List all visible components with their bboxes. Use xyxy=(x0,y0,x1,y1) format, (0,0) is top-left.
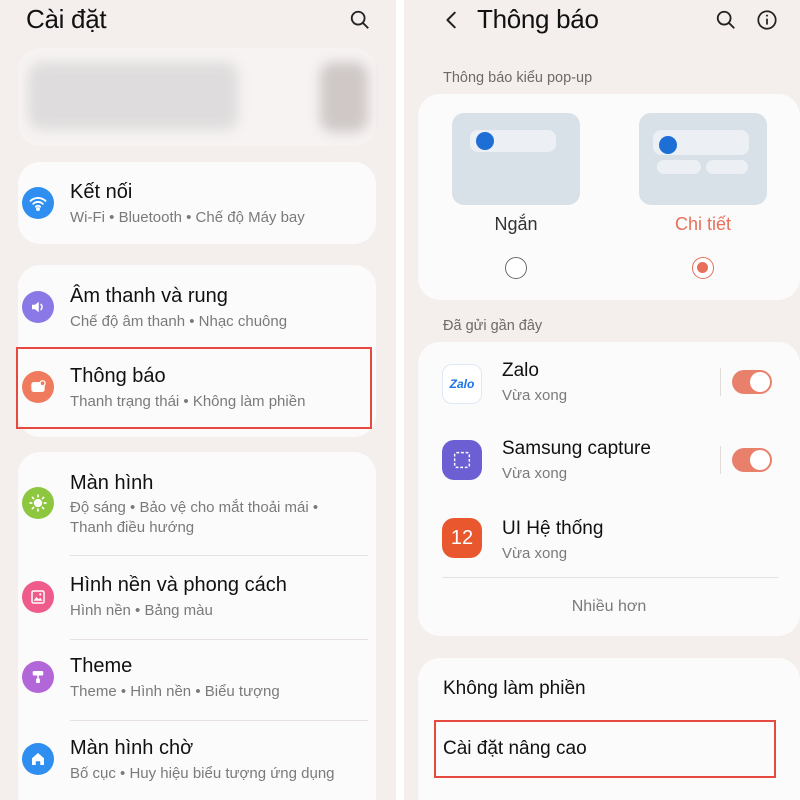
search-icon[interactable] xyxy=(712,6,740,34)
settings-item-sound[interactable]: Âm thanh và rung Chế độ âm thanh • Nhạc … xyxy=(18,265,376,349)
app-name: Zalo xyxy=(502,360,539,381)
settings-item-title: Hình nền và phong cách xyxy=(70,574,287,596)
settings-group-display: Màn hình Độ sáng • Bảo vệ cho mắt thoải … xyxy=(18,452,376,800)
page-title: Cài đặt xyxy=(26,4,107,34)
app-time: Vừa xong xyxy=(502,387,568,404)
highlight-box-notifications xyxy=(16,347,372,429)
settings-item-subtitle: Chế độ âm thanh • Nhạc chuông xyxy=(70,313,288,330)
settings-item-title: Kết nối xyxy=(70,181,133,203)
settings-item-subtitle: Wi-Fi • Bluetooth • Chế độ Máy bay xyxy=(70,209,305,226)
settings-item-connections[interactable]: Kết nối Wi-Fi • Bluetooth • Chế độ Máy b… xyxy=(18,162,376,244)
section-label-popup: Thông báo kiểu pop-up xyxy=(443,70,593,86)
wallpaper-icon xyxy=(22,581,54,613)
settings-item-subtitle: Độ sáng • Bảo vệ cho mắt thoải mái • Tha… xyxy=(70,499,319,536)
info-icon[interactable] xyxy=(753,6,781,34)
theme-icon xyxy=(22,661,54,693)
app-row-zalo[interactable]: Zalo Zalo Vừa xong xyxy=(418,350,800,422)
toggle-samsung-capture[interactable] xyxy=(732,448,772,472)
more-button[interactable]: Nhiều hơn xyxy=(418,598,800,616)
search-icon[interactable] xyxy=(346,6,374,34)
section-label-recent: Đã gửi gần đây xyxy=(443,318,543,334)
page-title: Thông báo xyxy=(477,4,599,34)
app-time: Vừa xong xyxy=(502,465,568,482)
back-arrow-icon[interactable] xyxy=(438,6,466,34)
do-not-disturb-item[interactable]: Không làm phiền xyxy=(443,678,586,700)
settings-item-subtitle: Hình nền • Bảng màu xyxy=(70,602,213,619)
home-icon xyxy=(22,743,54,775)
settings-item-home-screen[interactable]: Màn hình chờ Bố cục • Huy hiệu biểu tượn… xyxy=(18,721,376,800)
account-card[interactable] xyxy=(18,48,376,146)
app-row-samsung-capture[interactable]: Samsung capture Vừa xong xyxy=(418,428,800,500)
notifications-screen: Thông báo Thông báo kiểu pop-up Ngắn Chi… xyxy=(404,0,800,800)
wifi-icon xyxy=(22,187,54,219)
zalo-icon: Zalo xyxy=(442,364,482,404)
system-ui-icon: 12 xyxy=(442,518,482,558)
settings-group-connections: Kết nối Wi-Fi • Bluetooth • Chế độ Máy b… xyxy=(18,162,376,244)
settings-item-title: Âm thanh và rung xyxy=(70,285,228,307)
settings-item-theme[interactable]: Theme Theme • Hình nền • Biểu tượng xyxy=(18,640,376,720)
app-name: Samsung capture xyxy=(502,438,651,459)
toggle-zalo[interactable] xyxy=(732,370,772,394)
settings-item-subtitle: Theme • Hình nền • Biểu tượng xyxy=(70,683,280,700)
divider xyxy=(720,446,721,474)
radio-detailed[interactable] xyxy=(692,257,714,279)
settings-item-subtitle: Bố cục • Huy hiệu biểu tượng ứng dụng xyxy=(70,765,335,782)
settings-item-title: Màn hình xyxy=(70,472,154,494)
settings-item-display[interactable]: Màn hình Độ sáng • Bảo vệ cho mắt thoải … xyxy=(18,452,376,552)
settings-item-title: Theme xyxy=(70,655,133,677)
divider xyxy=(442,577,778,578)
popup-preview-brief[interactable] xyxy=(452,113,580,205)
app-row-system-ui[interactable]: 12 UI Hệ thống Vừa xong xyxy=(418,508,800,580)
app-name: UI Hệ thống xyxy=(502,518,604,539)
popup-option-detailed-label: Chi tiết xyxy=(674,214,732,234)
brightness-icon xyxy=(22,487,54,519)
divider xyxy=(720,368,721,396)
recent-apps-card: Zalo Zalo Vừa xong Samsung capture Vừa x… xyxy=(418,342,800,636)
speaker-icon xyxy=(22,291,54,323)
app-time: Vừa xong xyxy=(502,545,568,562)
popup-option-brief-label: Ngắn xyxy=(494,214,538,234)
popup-style-card: Ngắn Chi tiết xyxy=(418,94,800,300)
radio-brief[interactable] xyxy=(505,257,527,279)
samsung-capture-icon xyxy=(442,440,482,480)
popup-preview-detailed[interactable] xyxy=(639,113,767,205)
settings-screen: Cài đặt Kết nối Wi-Fi • Bluetooth • Chế … xyxy=(0,0,396,800)
highlight-box-advanced-settings xyxy=(434,720,776,778)
settings-item-wallpaper[interactable]: Hình nền và phong cách Hình nền • Bảng m… xyxy=(18,556,376,638)
settings-item-title: Màn hình chờ xyxy=(70,737,194,759)
